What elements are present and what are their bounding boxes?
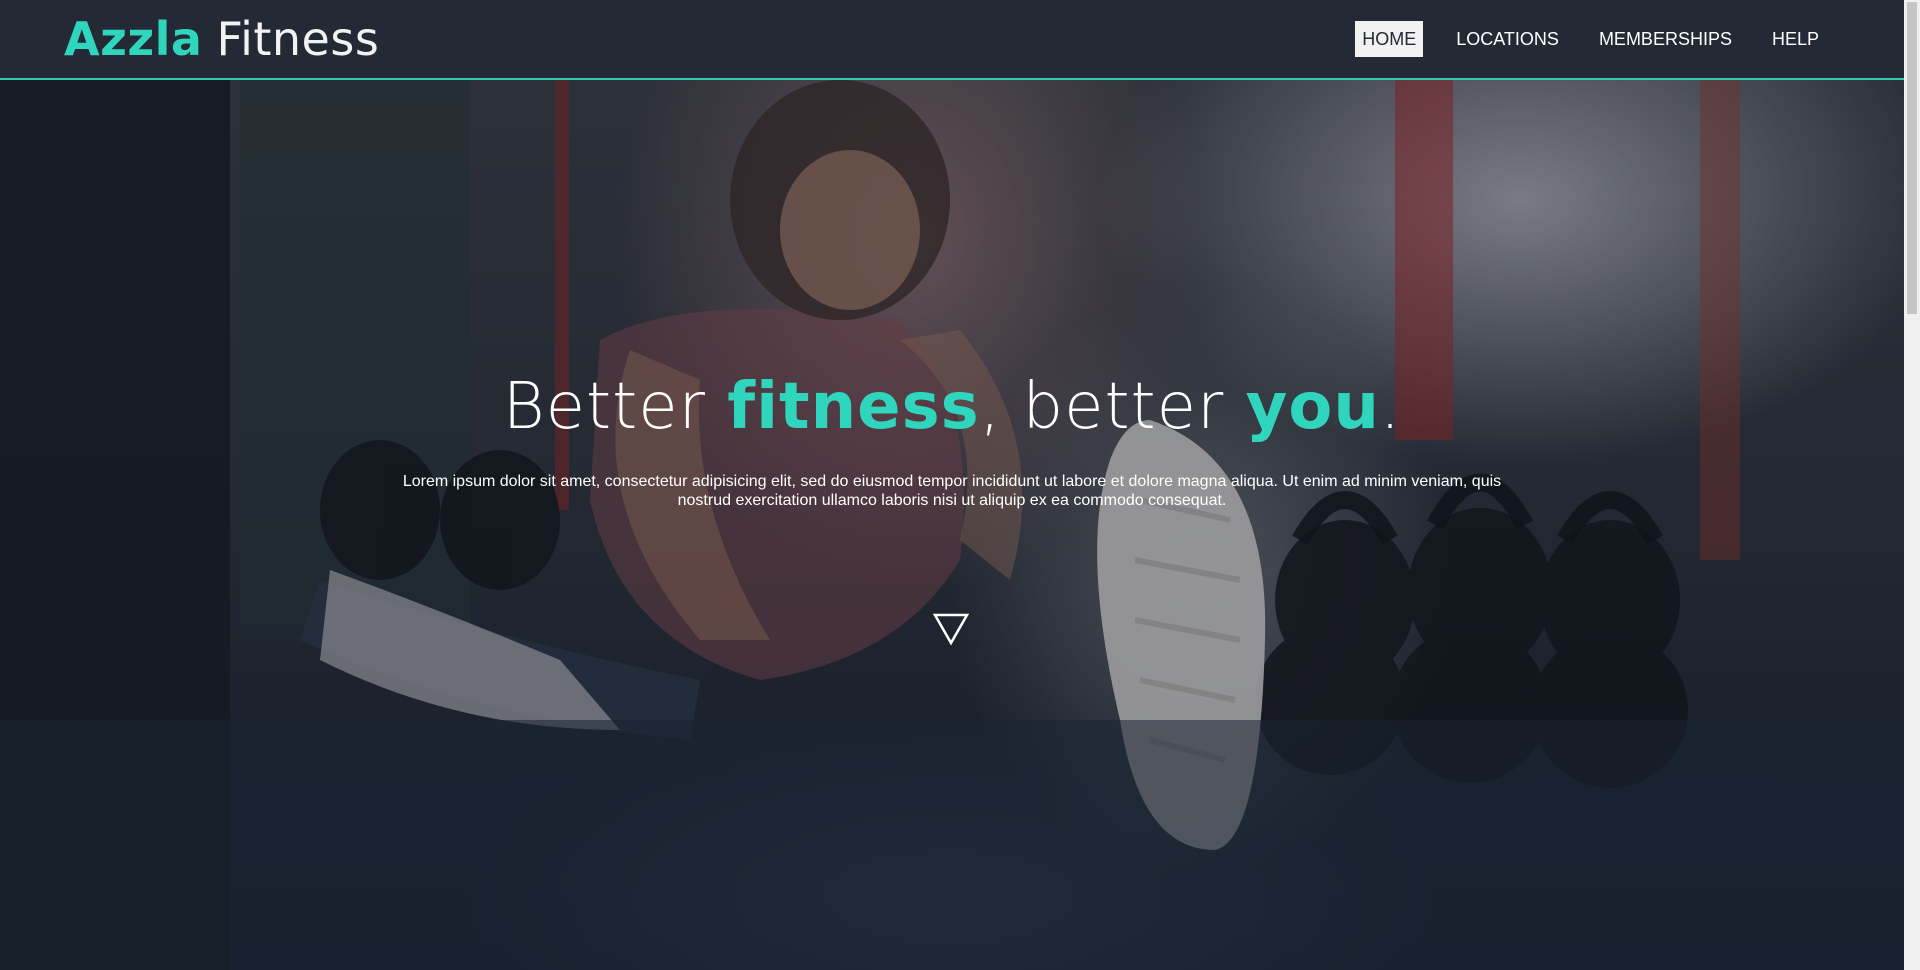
nav-home[interactable]: HOME [1355,21,1424,57]
scrollbar[interactable] [1904,0,1920,970]
down-triangle-icon[interactable] [932,612,970,651]
hero-overlay [0,80,1904,970]
nav-help[interactable]: HELP [1765,21,1826,57]
hero-headline: Better fitness, better you. [0,370,1904,444]
nav-memberships[interactable]: MEMBERSHIPS [1592,21,1739,57]
nav-locations[interactable]: LOCATIONS [1449,21,1566,57]
headline-highlight-you: you [1245,369,1380,444]
headline-part2: , better [979,369,1246,444]
page: Azzla Fitness HOME LOCATIONS MEMBERSHIPS … [0,0,1904,970]
logo[interactable]: Azzla Fitness [64,8,379,70]
logo-brand: Azzla [64,12,203,66]
headline-highlight-fitness: fitness [727,369,980,444]
logo-name: Fitness [216,12,380,66]
scrollbar-thumb[interactable] [1907,2,1917,314]
hero-subtext: Lorem ipsum dolor sit amet, consectetur … [402,473,1502,509]
hero-section: Better fitness, better you. Lorem ipsum … [0,80,1904,970]
headline-part3: . [1379,369,1402,444]
site-header: Azzla Fitness HOME LOCATIONS MEMBERSHIPS … [0,0,1904,80]
main-nav: HOME LOCATIONS MEMBERSHIPS HELP [1355,21,1826,57]
headline-part1: Better [502,369,728,444]
